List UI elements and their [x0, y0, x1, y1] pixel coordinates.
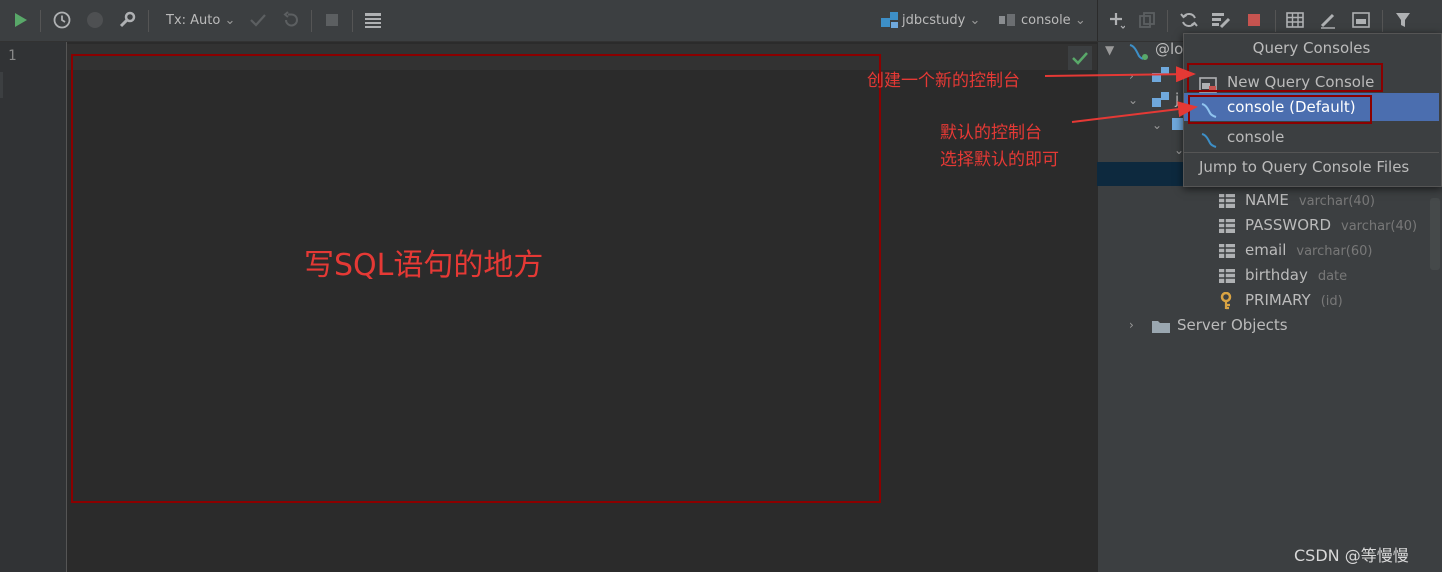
arrow-to-new-console: [1044, 66, 1196, 83]
watermark: CSDN @等慢慢: [1294, 546, 1409, 565]
annotation-arrows: [1044, 66, 1198, 123]
arrow-to-default-console: [1071, 101, 1198, 123]
